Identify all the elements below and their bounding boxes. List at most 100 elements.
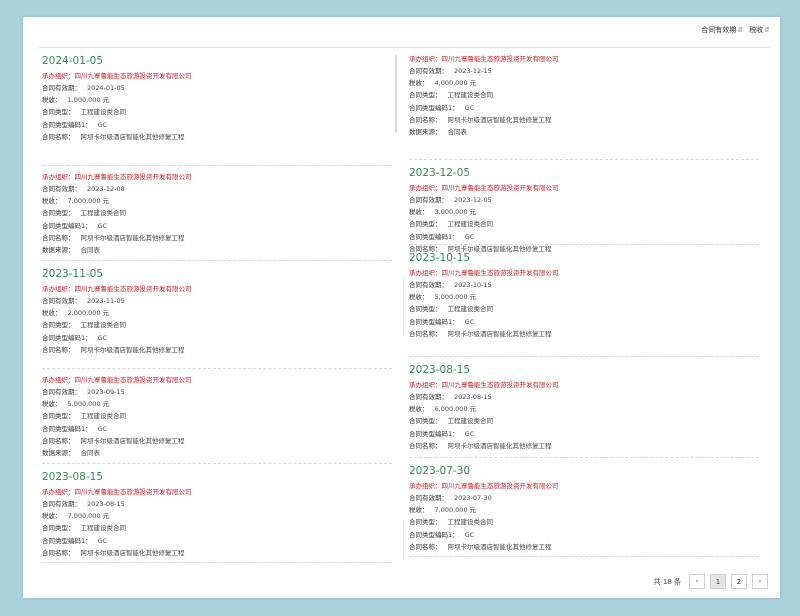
contract-type-value: 工程建设类合同 <box>447 220 494 229</box>
type-code-value: GC <box>464 317 475 326</box>
type-code-value: GC <box>97 424 108 433</box>
contract-type-value: 工程建设类合同 <box>447 518 494 527</box>
organizer-value: 四川九寨鲁能生态旅游投资开发有限公司 <box>441 55 559 63</box>
type-code-line: 合同类型编码1： GC <box>409 102 759 114</box>
contract-type-line: 合同类型： 工程建设类合同 <box>409 89 759 101</box>
contract-type-label: 合同类型： <box>409 518 442 527</box>
contract-name-value: 阿坝卡尔级酒店智能化其他修复工程 <box>80 548 185 557</box>
valid-date-label: 合同有效期： <box>42 84 81 92</box>
type-code-line: 合同类型编码1： GC <box>409 529 759 541</box>
contract-entry[interactable]: 承办组织：四川九寨鲁能生态旅游投资开发有限公司 合同有效期： 2023-12-15 税… <box>409 53 759 160</box>
header-divider <box>39 47 770 48</box>
contract-entry[interactable]: 2023-10-15 承办组织：四川九寨鲁能生态旅游投资开发有限公司 合同有效期： 2… <box>409 250 759 357</box>
sort-arrows-icon: ⇵ <box>737 26 744 34</box>
type-code-value: GC <box>464 232 475 241</box>
contract-name-line: 合同名称： 阿坝卡尔级酒店智能化其他修复工程 <box>409 440 759 452</box>
contract-name-label: 合同名称： <box>409 115 442 124</box>
contract-type-value: 工程建设类合同 <box>447 417 494 426</box>
organizer-line: 承办组织：四川九寨鲁能生态旅游投资开发有限公司 <box>409 267 759 279</box>
contract-date: 2024-01-05 <box>42 55 104 67</box>
data-source-label: 数据来源： <box>409 128 442 137</box>
contract-type-line: 合同类型： 工程建设类合同 <box>42 207 392 219</box>
sort-by-tax[interactable]: 税收⇵ <box>749 25 770 35</box>
contract-name-line: 合同名称： 阿坝卡尔级酒店智能化其他修复工程 <box>409 541 759 553</box>
page-2-button[interactable]: 2 <box>731 574 747 589</box>
data-source-value: 合同表 <box>80 246 101 255</box>
contract-entry[interactable]: 2023-12-05 承办组织：四川九寨鲁能生态旅游投资开发有限公司 合同有效期： 2… <box>409 165 759 253</box>
contract-name-label: 合同名称： <box>42 233 75 242</box>
contract-name-value: 阿坝卡尔级酒店智能化其他修复工程 <box>80 436 185 445</box>
organizer-line: 承办组织：四川九寨鲁能生态旅游投资开发有限公司 <box>42 171 392 183</box>
data-source-label: 数据来源： <box>42 449 75 458</box>
contract-entry[interactable]: 2023-08-15 承办组织：四川九寨鲁能生态旅游投资开发有限公司 合同有效期： 2… <box>409 362 759 458</box>
contract-type-label: 合同类型： <box>42 524 75 533</box>
contract-type-line: 合同类型： 工程建设类合同 <box>42 522 392 534</box>
column-divider <box>403 277 404 333</box>
tax-label: 税收： <box>42 512 62 521</box>
type-code-label: 合同类型编码1： <box>409 429 459 438</box>
tax-line: 税收： 7,000,000 元 <box>42 195 392 207</box>
contract-name-label: 合同名称： <box>409 542 442 551</box>
tax-label: 税收： <box>42 309 62 318</box>
organizer-value: 四川九寨鲁能生态旅游投资开发有限公司 <box>441 381 559 389</box>
contract-type-line: 合同类型： 工程建设类合同 <box>409 303 759 315</box>
contract-type-line: 合同类型： 工程建设类合同 <box>42 106 392 118</box>
type-code-value: GC <box>464 429 475 438</box>
contract-type-value: 工程建设类合同 <box>80 412 127 421</box>
prev-page-button[interactable]: ‹ <box>689 574 705 589</box>
contract-column-left: 2024-01-05 承办组织：四川九寨鲁能生态旅游投资开发有限公司 合同有效期： 2… <box>42 53 392 568</box>
contract-entry[interactable]: 2023-08-15 承办组织：四川九寨鲁能生态旅游投资开发有限公司 合同有效期： 2… <box>42 469 392 563</box>
valid-date-line: 合同有效期： 2023-08-15 <box>42 498 392 510</box>
valid-date-line: 合同有效期： 2023-11-05 <box>42 295 392 307</box>
contract-name-line: 合同名称： 阿坝卡尔级酒店智能化其他修复工程 <box>42 344 392 356</box>
contract-name-line: 合同名称： 阿坝卡尔级酒店智能化其他修复工程 <box>409 114 759 126</box>
tax-value: 5,000,000 元 <box>434 293 477 302</box>
contract-name-label: 合同名称： <box>409 441 442 450</box>
page-1-button[interactable]: 1 <box>710 574 726 589</box>
contract-entry[interactable]: 承办组织：四川九寨鲁能生态旅游投资开发有限公司 合同有效期： 2023-09-15 税… <box>42 374 392 464</box>
tax-label: 税收： <box>409 208 429 217</box>
organizer-line: 承办组织：四川九寨鲁能生态旅游投资开发有限公司 <box>409 182 759 194</box>
type-code-line: 合同类型编码1： GC <box>42 535 392 547</box>
sort-arrows-icon: ⇵ <box>764 26 770 34</box>
organizer-label: 承办组织： <box>409 269 442 277</box>
next-page-button[interactable]: › <box>752 574 768 589</box>
contract-date: 2023-08-15 <box>409 364 471 376</box>
organizer-value: 四川九寨鲁能生态旅游投资开发有限公司 <box>441 269 559 277</box>
sort-by-valid-date[interactable]: 合同有效期⇵ <box>701 25 743 35</box>
organizer-label: 承办组织： <box>409 184 442 192</box>
organizer-label: 承办组织： <box>409 381 442 389</box>
organizer-value: 四川九寨鲁能生态旅游投资开发有限公司 <box>74 72 192 80</box>
contract-name-label: 合同名称： <box>42 132 75 141</box>
valid-date-label: 合同有效期： <box>409 393 448 401</box>
contract-entry[interactable]: 2023-11-05 承办组织：四川九寨鲁能生态旅游投资开发有限公司 合同有效期： 2… <box>42 266 392 369</box>
valid-date-value: 2023-12-15 <box>454 67 492 75</box>
valid-date-label: 合同有效期： <box>409 196 448 204</box>
contract-name-value: 阿坝卡尔级酒店智能化其他修复工程 <box>447 329 552 338</box>
contract-name-line: 合同名称： 阿坝卡尔级酒店智能化其他修复工程 <box>42 547 392 559</box>
contract-type-value: 工程建设类合同 <box>80 524 127 533</box>
type-code-value: GC <box>97 536 108 545</box>
type-code-label: 合同类型编码1： <box>409 103 459 112</box>
contract-type-label: 合同类型： <box>42 209 75 218</box>
contract-date: 2023-12-05 <box>409 167 471 179</box>
contract-name-line: 合同名称： 阿坝卡尔级酒店智能化其他修复工程 <box>42 435 392 447</box>
scroll-indicator[interactable] <box>395 55 397 133</box>
column-divider <box>403 522 404 558</box>
contract-entry[interactable]: 承办组织：四川九寨鲁能生态旅游投资开发有限公司 合同有效期： 2023-12-08 税… <box>42 171 392 261</box>
data-source-value: 合同表 <box>80 449 101 458</box>
organizer-value: 四川九寨鲁能生态旅游投资开发有限公司 <box>74 173 192 181</box>
tax-value: 7,000,000 元 <box>434 506 477 515</box>
type-code-label: 合同类型编码1： <box>42 333 92 342</box>
tax-value: 7,000,000 元 <box>67 512 110 521</box>
valid-date-label: 合同有效期： <box>42 185 81 193</box>
contract-date: 2023-11-05 <box>42 268 104 280</box>
type-code-value: GC <box>97 333 108 342</box>
contract-name-value: 阿坝卡尔级酒店智能化其他修复工程 <box>447 115 552 124</box>
contract-entry[interactable]: 2024-01-05 承办组织：四川九寨鲁能生态旅游投资开发有限公司 合同有效期： 2… <box>42 53 392 166</box>
contract-name-value: 阿坝卡尔级酒店智能化其他修复工程 <box>447 441 552 450</box>
tax-label: 税收： <box>42 197 62 206</box>
contract-name-label: 合同名称： <box>42 345 75 354</box>
contract-entry[interactable]: 2023-07-30 承办组织：四川九寨鲁能生态旅游投资开发有限公司 合同有效期： 2… <box>409 463 759 557</box>
type-code-label: 合同类型编码1： <box>42 424 92 433</box>
